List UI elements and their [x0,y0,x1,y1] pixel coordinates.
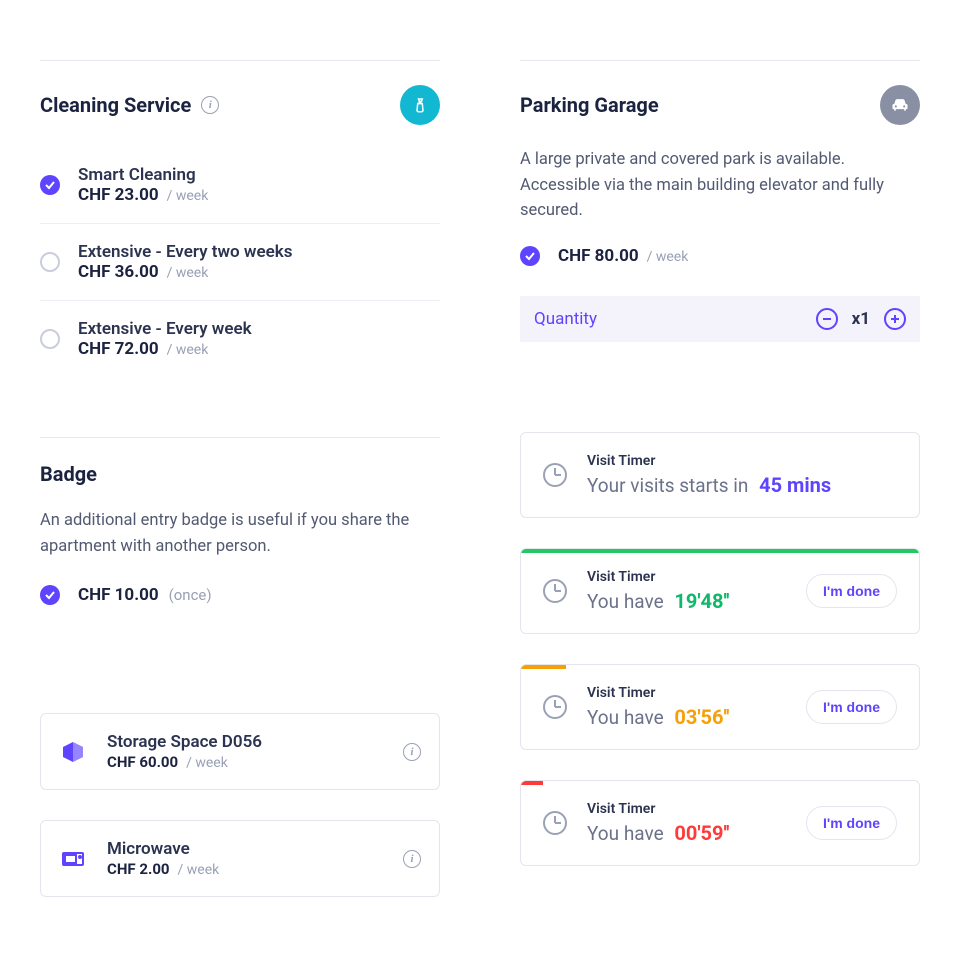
option-period: / week [167,342,209,358]
parking-section: Parking Garage A large private and cover… [520,60,920,342]
timer-value: 19'48'' [674,589,729,613]
progress-bar [521,781,543,785]
visit-timer-card: Visit Timer You have 03'56'' I'm done [520,664,920,750]
timer-prefix: Your visits starts in [587,474,748,497]
clock-icon [543,579,567,603]
spray-icon [400,85,440,125]
option-price: CHF 36.00 [78,262,159,282]
radio-unchecked-icon [40,329,60,349]
timer-value: 03'56'' [674,705,729,729]
done-button[interactable]: I'm done [806,806,897,840]
info-icon[interactable]: i [403,850,421,868]
box-icon [59,738,87,766]
radio-checked-icon [40,585,60,605]
done-button[interactable]: I'm done [806,690,897,724]
card-period: / week [178,862,220,878]
info-icon[interactable]: i [201,96,219,114]
radio-checked-icon [520,246,540,266]
quantity-value: x1 [852,309,870,329]
radio-unchecked-icon [40,252,60,272]
clock-icon [543,811,567,835]
cleaning-service-section: Cleaning Service i Smart Cleaning [40,60,440,377]
parking-price: CHF 80.00 [558,246,639,266]
timer-label: Visit Timer [587,569,786,585]
visit-timer-card: Visit Timer Your visits starts in 45 min… [520,432,920,518]
cleaning-option[interactable]: Extensive - Every two weeks CHF 36.00 / … [40,223,440,300]
parking-option[interactable]: CHF 80.00 / week [520,246,920,284]
storage-card[interactable]: Storage Space D056 CHF 60.00 / week i [40,713,440,790]
option-period: / week [167,265,209,281]
card-title: Storage Space D056 [107,732,383,752]
option-price: CHF 23.00 [78,185,159,205]
timer-value: 00'59'' [674,821,729,845]
info-icon[interactable]: i [403,743,421,761]
progress-bar [521,549,919,553]
option-title: Extensive - Every week [78,319,252,339]
timer-prefix: You have [587,590,664,613]
badge-option[interactable]: CHF 10.00 (once) [40,581,440,623]
done-button[interactable]: I'm done [806,574,897,608]
quantity-stepper: Quantity x1 [520,296,920,342]
card-price: CHF 2.00 [107,860,170,878]
progress-bar [521,665,566,669]
microwave-card[interactable]: Microwave CHF 2.00 / week i [40,820,440,897]
minus-button[interactable] [816,308,838,330]
badge-price: CHF 10.00 [78,585,159,605]
clock-icon [543,463,567,487]
visit-timer-card: Visit Timer You have 19'48'' I'm done [520,548,920,634]
clock-icon [543,695,567,719]
timer-label: Visit Timer [587,801,786,817]
option-title: Smart Cleaning [78,165,208,185]
cleaning-title: Cleaning Service [40,93,191,117]
timer-value: 45 mins [759,473,831,497]
option-period: / week [167,188,209,204]
badge-title: Badge [40,462,97,486]
card-price: CHF 60.00 [107,753,178,771]
cleaning-option[interactable]: Smart Cleaning CHF 23.00 / week [40,147,440,223]
microwave-icon [59,845,87,873]
radio-checked-icon [40,175,60,195]
option-price: CHF 72.00 [78,339,159,359]
visit-timer-card: Visit Timer You have 00'59'' I'm done [520,780,920,866]
card-title: Microwave [107,839,383,859]
badge-note: (once) [169,586,212,604]
parking-period: / week [647,249,689,265]
badge-section: Badge An additional entry badge is usefu… [40,437,440,623]
timer-prefix: You have [587,706,664,729]
car-icon [880,85,920,125]
parking-title: Parking Garage [520,93,659,117]
timer-prefix: You have [587,822,664,845]
plus-button[interactable] [884,308,906,330]
parking-desc: A large private and covered park is avai… [520,147,920,224]
option-title: Extensive - Every two weeks [78,242,292,262]
badge-desc: An additional entry badge is useful if y… [40,508,440,559]
timer-label: Visit Timer [587,453,897,469]
quantity-label: Quantity [534,309,597,329]
card-period: / week [186,755,228,771]
timer-label: Visit Timer [587,685,786,701]
cleaning-option[interactable]: Extensive - Every week CHF 72.00 / week [40,300,440,377]
